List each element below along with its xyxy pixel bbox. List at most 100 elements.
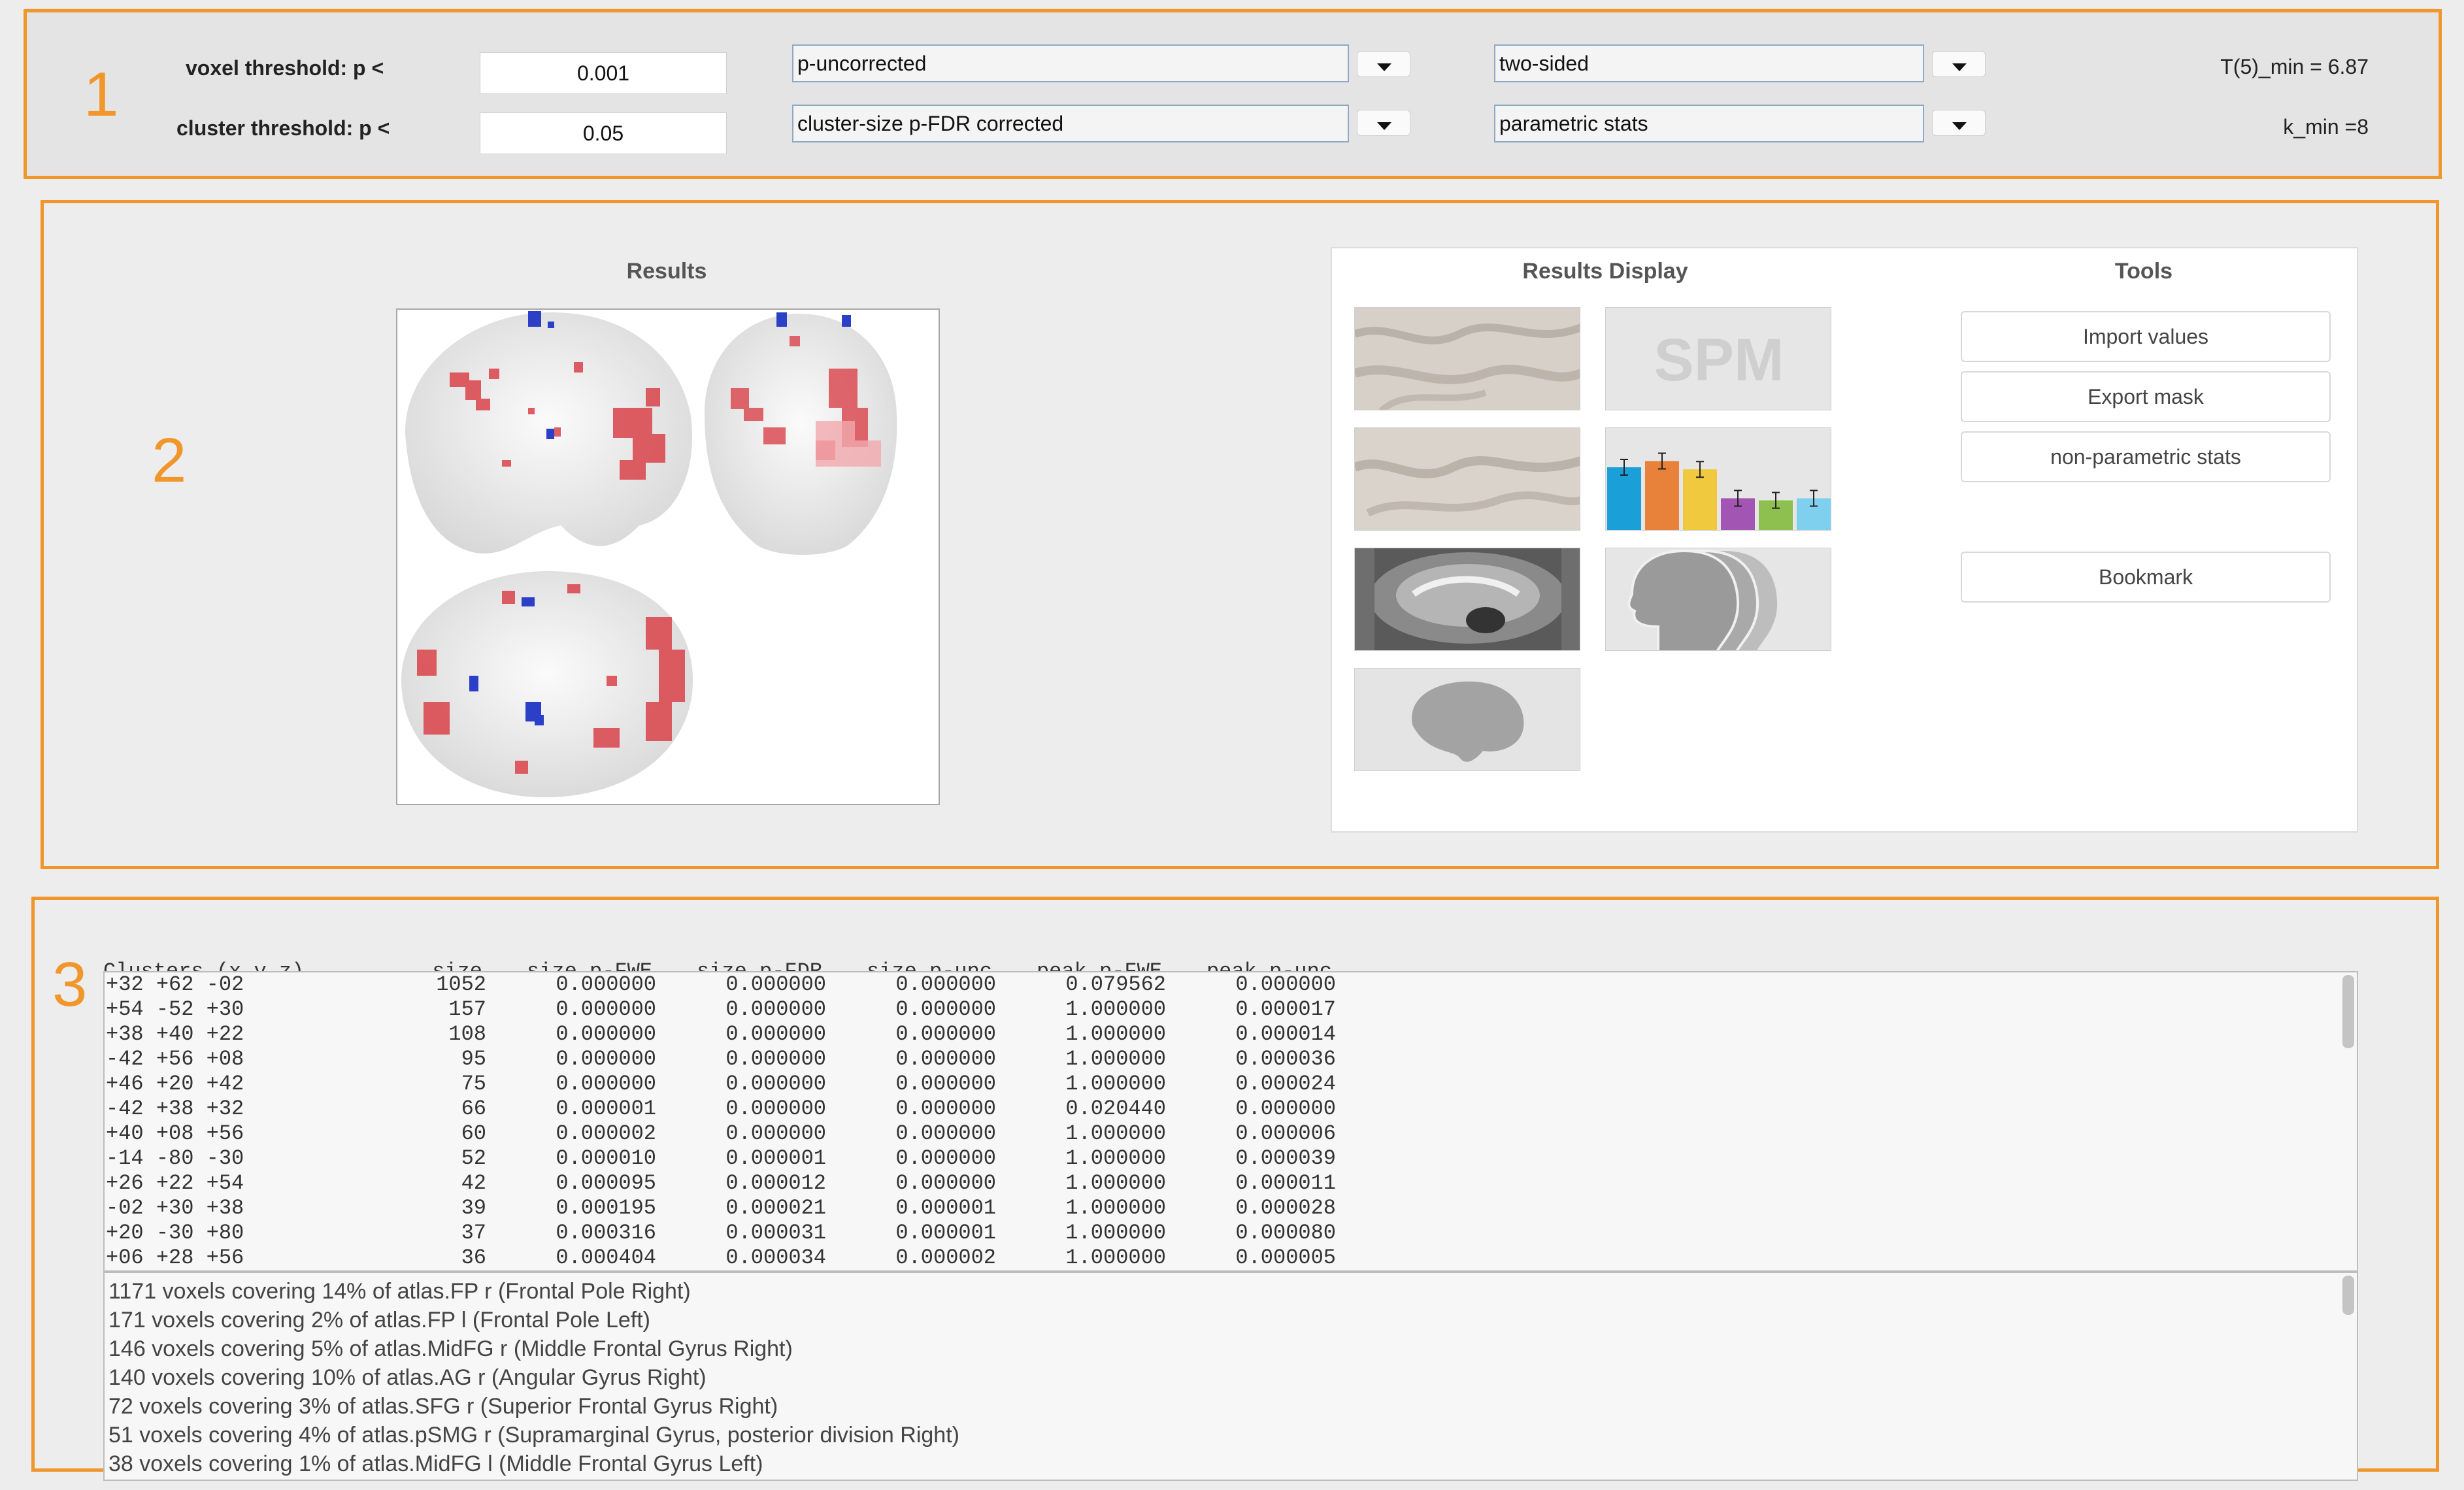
table-row[interactable]: +26 +22 +54 42 0.000095 0.000012 0.000000 1.0… — [106, 1171, 2357, 1196]
table-row[interactable]: +54 -52 +30 157 0.000000 0.000000 0.000000 1.… — [106, 997, 2357, 1022]
table-cell: 0.000000 — [725, 997, 826, 1021]
cluster-list-scrollbar[interactable] — [2342, 975, 2354, 1048]
bookmark-button[interactable]: Bookmark — [1961, 552, 2331, 603]
voxel-correction-dropdown[interactable]: p-uncorrected — [792, 44, 1349, 82]
table-cell: 0.000000 — [725, 1072, 826, 1096]
cluster-threshold-input[interactable]: 0.05 — [480, 112, 727, 154]
list-item[interactable]: 38 voxels covering 1% of atlas.MidFG l (… — [108, 1449, 2357, 1478]
voxel-correction-chevron-down-icon[interactable] — [1357, 51, 1410, 77]
table-cell: +38 +40 +22 — [106, 1022, 244, 1046]
table-row[interactable]: +46 +20 +42 75 0.000000 0.000000 0.000000 1.0… — [106, 1072, 2357, 1097]
inflated-surface-thumbnail[interactable] — [1354, 427, 1580, 531]
t-min-readout: T(5)_min = 6.87 — [2220, 55, 2369, 78]
table-row[interactable]: -14 -80 -30 52 0.000010 0.000001 0.000000 1.0… — [106, 1146, 2357, 1171]
inflated-surface-icon — [1355, 428, 1580, 530]
export-mask-button[interactable]: Export mask — [1961, 371, 2331, 422]
glass-brain-thumbnail[interactable] — [1354, 668, 1580, 771]
table-row[interactable]: +40 +08 +56 60 0.000002 0.000000 0.000000 1.0… — [106, 1121, 2357, 1146]
table-cell: 0.000002 — [895, 1246, 996, 1270]
table-cell: 0.000000 — [725, 1047, 826, 1071]
table-cell: 66 — [461, 1097, 486, 1121]
table-cell: 0.000021 — [725, 1196, 826, 1220]
spm-thumbnail[interactable]: SPM — [1605, 307, 1831, 410]
table-cell: 36 — [461, 1246, 486, 1270]
table-cell: 0.000017 — [1235, 997, 1336, 1021]
table-cell: 0.000000 — [895, 972, 996, 997]
cluster-table-list[interactable]: +32 +62 -02 1052 0.000000 0.000000 0.000000 0… — [103, 971, 2358, 1272]
import-values-button[interactable]: Import values — [1961, 311, 2331, 362]
table-cell: 0.000001 — [725, 1146, 826, 1170]
table-cell: 0.000000 — [895, 1047, 996, 1071]
list-item[interactable]: 72 voxels covering 3% of atlas.SFG r (Su… — [108, 1392, 2357, 1421]
list-item[interactable]: 171 voxels covering 2% of atlas.FP l (Fr… — [108, 1306, 2357, 1334]
table-cell: 157 — [448, 997, 486, 1021]
table-cell: 1.000000 — [1065, 1221, 1166, 1245]
cluster-correction-chevron-down-icon[interactable] — [1357, 110, 1410, 136]
coronal-view — [705, 312, 897, 555]
sagittal-view — [405, 311, 693, 554]
list-item[interactable]: 1171 voxels covering 14% of atlas.FP r (… — [108, 1277, 2357, 1306]
table-cell: 0.000000 — [895, 1097, 996, 1121]
sidedness-dropdown[interactable]: two-sided — [1494, 44, 1924, 82]
glass-brain-results-image[interactable] — [396, 308, 940, 805]
table-cell: 0.000031 — [725, 1221, 826, 1245]
surface-view-thumbnail[interactable] — [1354, 307, 1580, 410]
table-cell: 0.000039 — [1235, 1146, 1336, 1170]
table-cell: 0.000000 — [1235, 1097, 1336, 1121]
non-parametric-stats-button[interactable]: non-parametric stats — [1961, 431, 2331, 482]
table-cell: 108 — [448, 1022, 486, 1046]
table-cell: 1.000000 — [1065, 997, 1166, 1021]
table-cell: 75 — [461, 1072, 486, 1096]
table-row[interactable]: +32 +62 -02 1052 0.000000 0.000000 0.000000 0… — [106, 972, 2357, 997]
table-cell: +46 +20 +42 — [106, 1072, 244, 1096]
table-cell: 1052 — [436, 972, 486, 997]
cluster-correction-dropdown[interactable]: cluster-size p-FDR corrected — [792, 105, 1349, 142]
table-cell: 0.000002 — [556, 1121, 656, 1146]
head-icon — [1606, 548, 1831, 650]
stats-type-dropdown[interactable]: parametric stats — [1494, 105, 1924, 142]
table-row[interactable]: +20 -30 +80 37 0.000316 0.000031 0.000001 1.0… — [106, 1221, 2357, 1246]
table-cell: 95 — [461, 1047, 486, 1071]
table-cell: -42 +38 +32 — [106, 1097, 244, 1121]
table-row[interactable]: -02 +30 +38 39 0.000195 0.000021 0.000001 1.0… — [106, 1196, 2357, 1221]
table-cell: 1.000000 — [1065, 1121, 1166, 1146]
table-row[interactable]: +38 +40 +22 108 0.000000 0.000000 0.000000 1.… — [106, 1022, 2357, 1047]
table-cell: 0.000014 — [1235, 1022, 1336, 1046]
table-cell: 0.000005 — [1235, 1246, 1336, 1270]
table-cell: 0.000000 — [556, 1047, 656, 1071]
stats-type-chevron-down-icon[interactable] — [1932, 110, 1986, 136]
table-cell: 0.000404 — [556, 1246, 656, 1270]
list-item[interactable]: 51 voxels covering 4% of atlas.pSMG r (S… — [108, 1421, 2357, 1449]
table-cell: 1.000000 — [1065, 1196, 1166, 1220]
table-cell: 0.000000 — [725, 1121, 826, 1146]
voxel-threshold-label: voxel threshold: p < — [186, 56, 384, 80]
results-display-title: Results Display — [1522, 259, 1688, 284]
table-cell: 0.000000 — [895, 1146, 996, 1170]
head-render-thumbnail[interactable] — [1605, 548, 1831, 651]
slice-view-thumbnail[interactable] — [1354, 548, 1580, 651]
table-row[interactable]: -42 +38 +32 66 0.000001 0.000000 0.000000 0.0… — [106, 1097, 2357, 1121]
bar-mark — [1683, 469, 1717, 530]
atlas-list-scrollbar[interactable] — [2342, 1276, 2354, 1315]
table-cell: +32 +62 -02 — [106, 972, 244, 997]
cluster-rows: +32 +62 -02 1052 0.000000 0.000000 0.000000 0… — [105, 972, 2357, 1270]
sidedness-chevron-down-icon[interactable] — [1932, 51, 1986, 77]
table-cell: 0.000028 — [1235, 1196, 1336, 1220]
table-cell: 1.000000 — [1065, 1171, 1166, 1195]
list-item[interactable]: 140 voxels covering 10% of atlas.AG r (A… — [108, 1363, 2357, 1392]
k-min-readout: k_min =8 — [2283, 115, 2369, 139]
table-cell: 1.000000 — [1065, 1022, 1166, 1046]
table-row[interactable]: -42 +56 +08 95 0.000000 0.000000 0.000000 1.0… — [106, 1047, 2357, 1072]
bar-plot-icon — [1607, 452, 1831, 530]
table-row[interactable]: +06 +28 +56 36 0.000404 0.000034 0.000002 1.0… — [106, 1246, 2357, 1270]
table-cell: 0.000000 — [895, 1022, 996, 1046]
bar-plot-thumbnail[interactable] — [1605, 427, 1831, 531]
cluster-table-header: Clusters (x,y,z)sizesize p-FWEsize p-FDR… — [103, 911, 2325, 984]
list-item[interactable]: 146 voxels covering 5% of atlas.MidFG r … — [108, 1334, 2357, 1363]
table-cell: 39 — [461, 1196, 486, 1220]
voxel-threshold-input[interactable]: 0.001 — [480, 52, 727, 94]
table-cell: 1.000000 — [1065, 1047, 1166, 1071]
table-cell: 1.000000 — [1065, 1246, 1166, 1270]
atlas-label-list[interactable]: 1171 voxels covering 14% of atlas.FP r (… — [103, 1272, 2358, 1481]
table-cell: -42 +56 +08 — [106, 1047, 244, 1071]
